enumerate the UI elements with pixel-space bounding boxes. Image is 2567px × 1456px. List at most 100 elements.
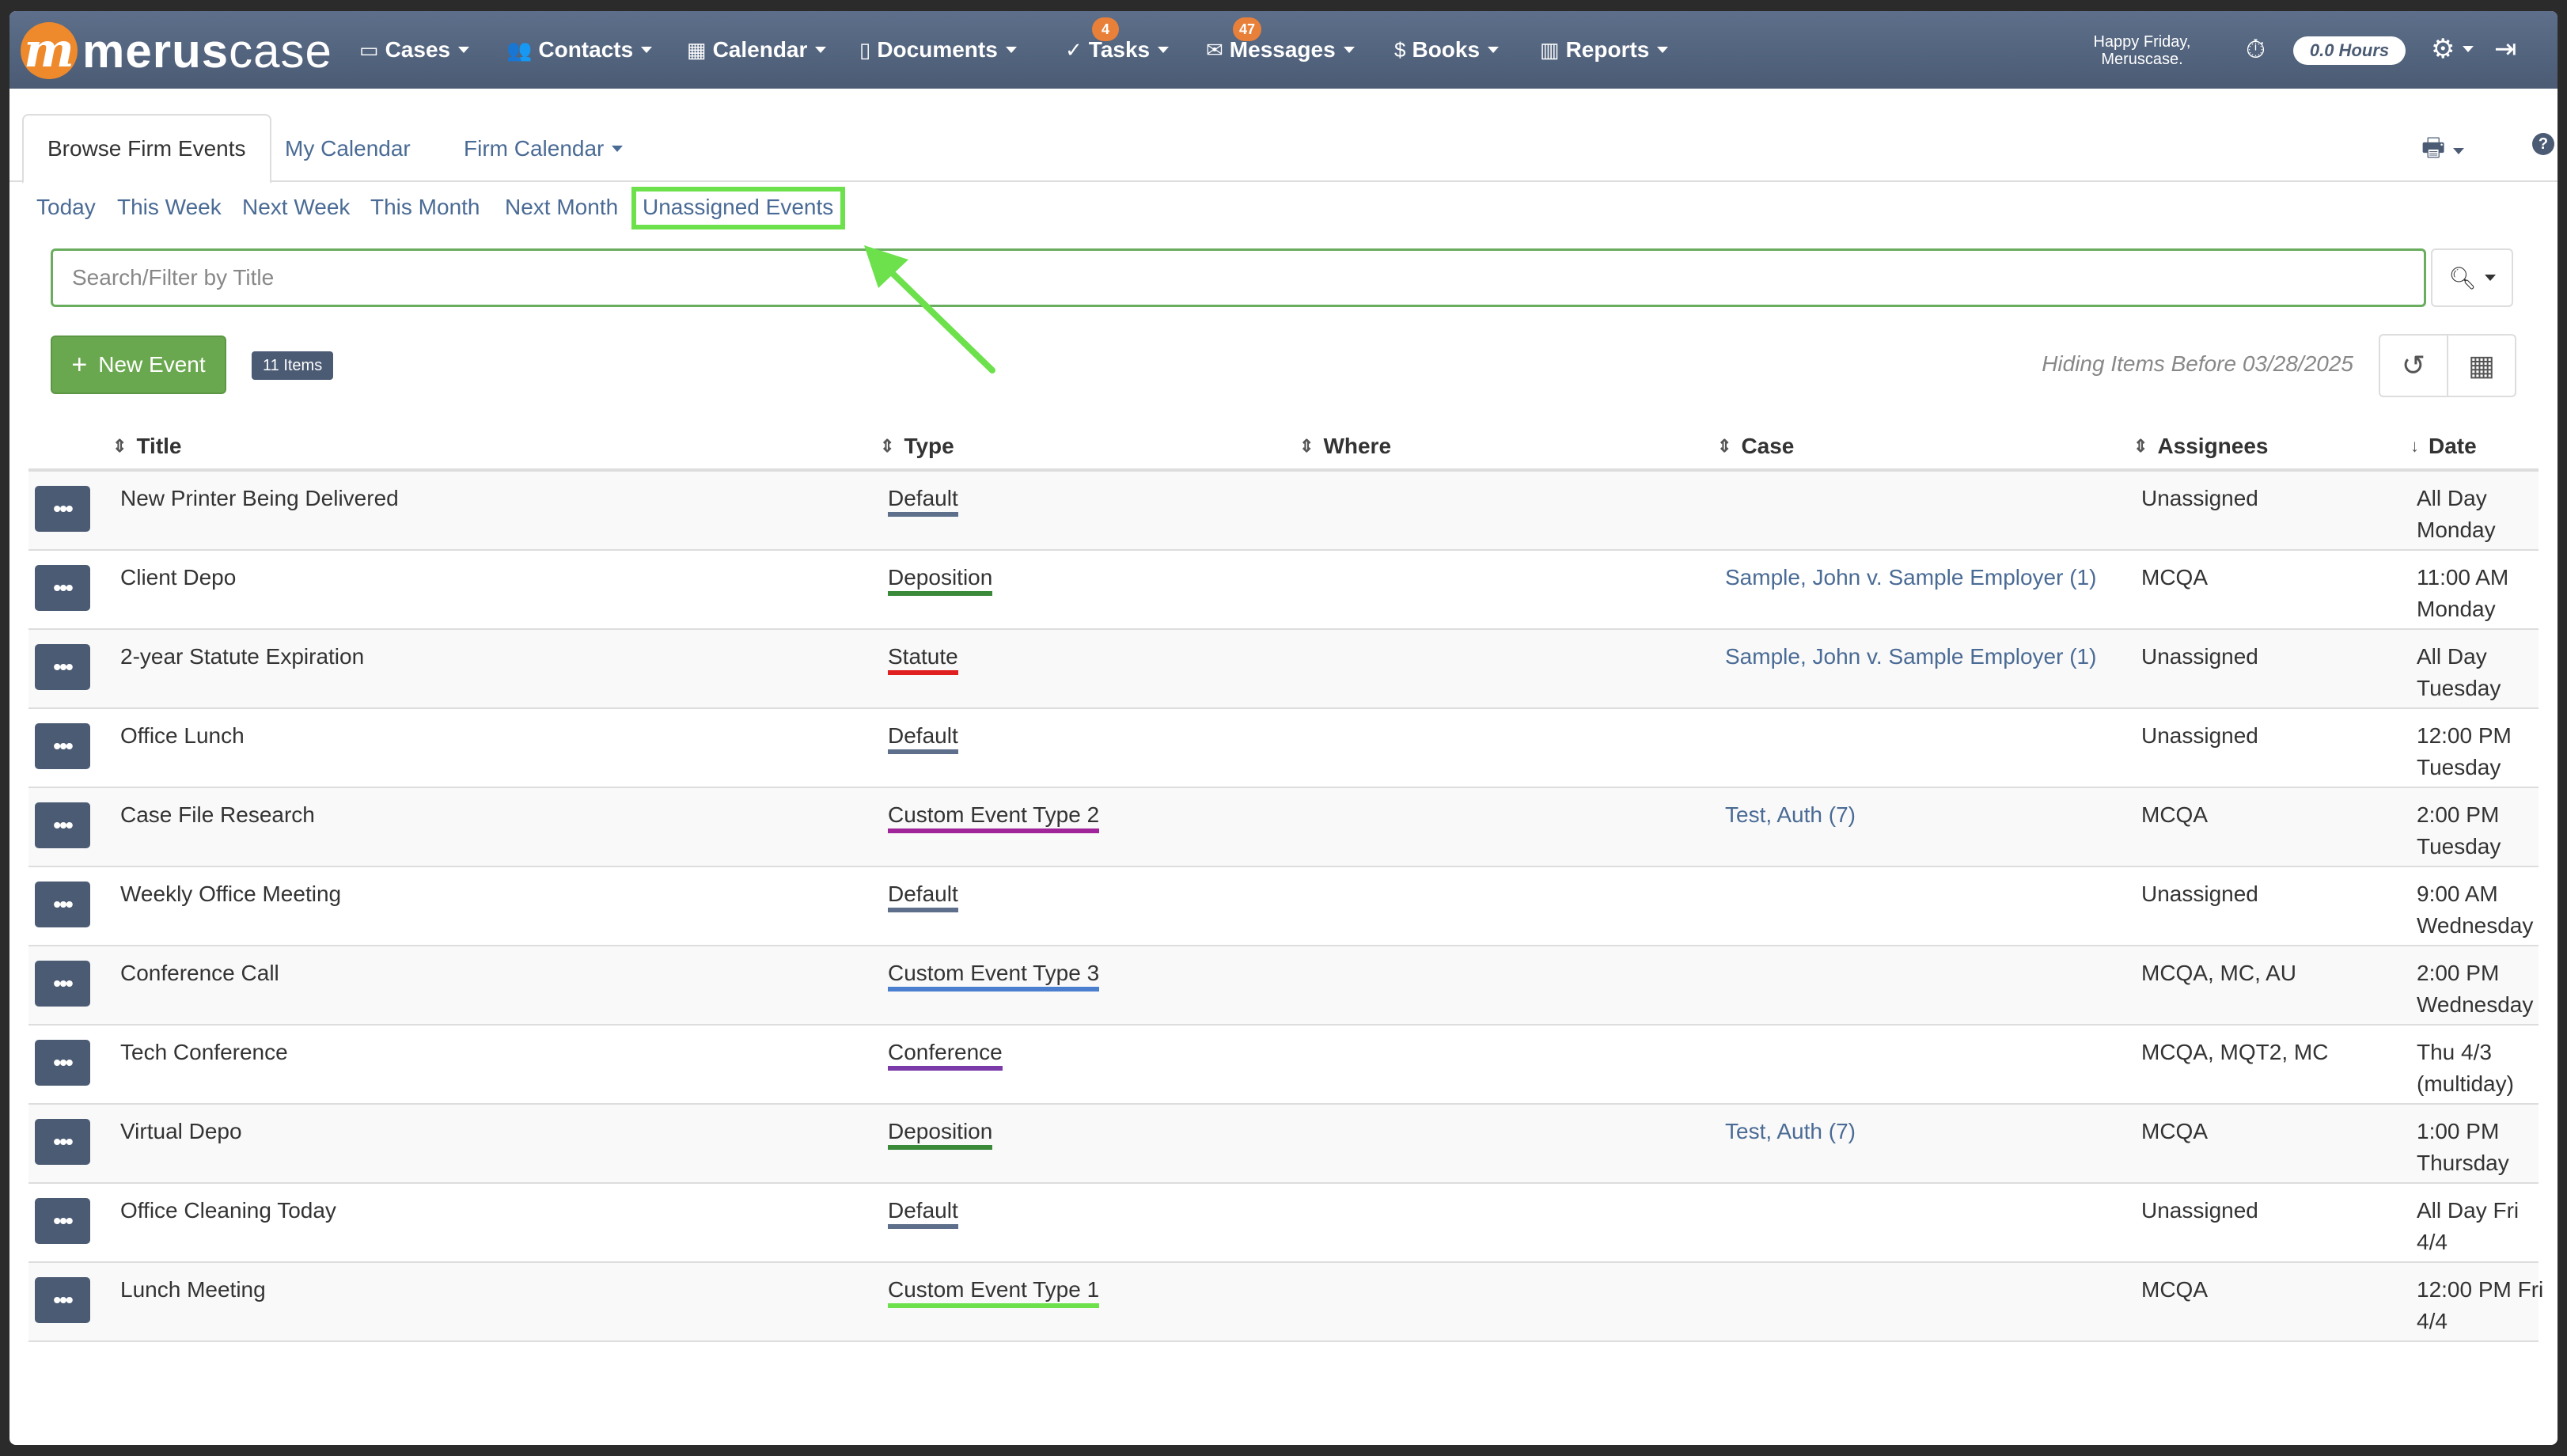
event-assignees: Unassigned	[2141, 723, 2258, 748]
row-actions-button[interactable]: •••	[35, 802, 90, 848]
filter-this-week[interactable]: This Week	[117, 195, 222, 220]
event-date: 12:00 PM Fri 4/4	[2417, 1274, 2551, 1337]
event-date: All Day Tuesday	[2417, 641, 2551, 704]
event-date: All Day Fri 4/4	[2417, 1195, 2551, 1258]
event-case-link[interactable]: Sample, John v. Sample Employer (1)	[1725, 641, 2096, 673]
tab-bar: Browse Firm Events My Calendar Firm Cale…	[9, 106, 2558, 184]
row-actions-button[interactable]: •••	[35, 1040, 90, 1086]
event-type-label: Conference	[888, 1040, 1003, 1071]
event-date-line-2: Wednesday	[2417, 992, 2534, 1017]
column-type[interactable]: ⇕ Type	[880, 434, 954, 459]
nav-cases-label: Cases	[385, 37, 451, 62]
column-title[interactable]: ⇕ Title	[112, 434, 182, 459]
help-icon[interactable]: ?	[2532, 133, 2554, 155]
row-actions-button[interactable]: •••	[35, 1277, 90, 1323]
plus-icon: +	[71, 349, 88, 380]
table-row[interactable]: ••• New Printer Being Delivered Default …	[28, 472, 2539, 551]
ellipsis-icon: •••	[53, 1129, 73, 1154]
filter-next-week[interactable]: Next Week	[242, 195, 350, 220]
tab-my-calendar[interactable]: My Calendar	[261, 114, 434, 184]
event-title: Case File Research	[120, 802, 315, 827]
nav-calendar[interactable]: ▦ Calendar	[687, 11, 827, 89]
table-row[interactable]: ••• Case File Research Custom Event Type…	[28, 788, 2539, 867]
meruscase-logo[interactable]: m meruscase	[21, 22, 332, 79]
event-case-link[interactable]: Test, Auth (7)	[1725, 1116, 1856, 1147]
event-date-line-2: 4/4	[2417, 1309, 2448, 1333]
event-type-label: Deposition	[888, 565, 993, 596]
hours-badge[interactable]: 0.0 Hours	[2293, 36, 2406, 65]
row-actions-button[interactable]: •••	[35, 1198, 90, 1244]
event-title: 2-year Statute Expiration	[120, 644, 365, 669]
column-where[interactable]: ⇕ Where	[1299, 434, 1391, 459]
table-row[interactable]: ••• Office Lunch Default Unassigned 12:0…	[28, 709, 2539, 788]
dollar-icon: $	[1394, 37, 1406, 62]
new-event-button[interactable]: + New Event	[51, 336, 226, 394]
nav-messages[interactable]: ✉ Messages	[1206, 11, 1355, 89]
event-type-label: Custom Event Type 1	[888, 1277, 1100, 1308]
table-row[interactable]: ••• Client Depo Deposition Sample, John …	[28, 551, 2539, 630]
table-body: ••• New Printer Being Delivered Default …	[28, 472, 2543, 1342]
event-case-link[interactable]: Sample, John v. Sample Employer (1)	[1725, 562, 2096, 593]
table-row[interactable]: ••• Conference Call Custom Event Type 3 …	[28, 946, 2539, 1026]
table-row[interactable]: ••• Lunch Meeting Custom Event Type 1 MC…	[28, 1263, 2543, 1342]
history-button[interactable]: ↺	[2379, 334, 2448, 397]
event-date: All Day Monday	[2417, 483, 2551, 546]
event-assignees: MCQA, MC, AU	[2141, 961, 2297, 985]
event-type-label: Default	[888, 486, 958, 517]
column-date[interactable]: ↓ Date	[2410, 434, 2477, 459]
row-actions-button[interactable]: •••	[35, 882, 90, 927]
column-assignees[interactable]: ⇕ Assignees	[2133, 434, 2269, 459]
ellipsis-icon: •••	[53, 971, 73, 995]
event-assignees: MCQA	[2141, 1277, 2208, 1302]
row-actions-button[interactable]: •••	[35, 723, 90, 769]
nav-books[interactable]: $ Books	[1394, 11, 1500, 89]
table-row[interactable]: ••• Tech Conference Conference MCQA, MQT…	[28, 1026, 2539, 1105]
sort-desc-icon: ↓	[2410, 436, 2419, 456]
event-type: Custom Event Type 3	[888, 957, 1100, 992]
sort-icon: ⇕	[1717, 436, 1732, 456]
table-row[interactable]: ••• Office Cleaning Today Default Unassi…	[28, 1184, 2539, 1263]
tab-browse-firm-events[interactable]: Browse Firm Events	[22, 114, 271, 184]
nav-cases[interactable]: ▭ Cases	[359, 11, 470, 89]
nav-reports[interactable]: ▥ Reports	[1540, 11, 1669, 89]
column-type-label: Type	[904, 434, 954, 458]
filter-this-month[interactable]: This Month	[370, 195, 480, 220]
search-button[interactable]: 🔍︎	[2431, 248, 2513, 307]
calendar-view-button[interactable]: ▦	[2447, 334, 2516, 397]
nav-contacts-label: Contacts	[538, 37, 634, 62]
row-actions-button[interactable]: •••	[35, 644, 90, 690]
sign-out-icon[interactable]: ⇥	[2494, 33, 2517, 65]
check-circle-icon: ✓	[1065, 37, 1083, 62]
stopwatch-icon[interactable]: ⏱	[2246, 35, 2266, 65]
print-menu[interactable]: 🖶	[2421, 130, 2465, 173]
search-input[interactable]	[51, 248, 2426, 307]
chevron-down-icon	[2453, 148, 2465, 154]
chevron-down-icon	[458, 47, 470, 53]
row-actions-button[interactable]: •••	[35, 1119, 90, 1165]
row-actions-button[interactable]: •••	[35, 486, 90, 532]
messages-badge: 47	[1233, 17, 1262, 41]
table-header: ⇕ Title ⇕ Type ⇕ Where ⇕ Case ⇕ Assignees ↓ Da…	[28, 423, 2539, 472]
table-row[interactable]: ••• Virtual Depo Deposition Test, Auth (…	[28, 1105, 2539, 1184]
chevron-down-icon	[1488, 47, 1500, 53]
row-actions-button[interactable]: •••	[35, 961, 90, 1007]
settings-menu[interactable]: ⚙	[2431, 33, 2474, 65]
event-assignees: Unassigned	[2141, 882, 2258, 906]
table-row[interactable]: ••• Weekly Office Meeting Default Unassi…	[28, 867, 2539, 946]
ellipsis-icon: •••	[53, 1050, 73, 1075]
table-row[interactable]: ••• 2-year Statute Expiration Statute Sa…	[28, 630, 2539, 709]
filter-next-month[interactable]: Next Month	[505, 195, 618, 220]
column-case[interactable]: ⇕ Case	[1717, 434, 1794, 459]
nav-contacts[interactable]: 👥 Contacts	[506, 11, 653, 89]
event-date: 1:00 PM Thursday	[2417, 1116, 2551, 1179]
row-actions-button[interactable]: •••	[35, 565, 90, 611]
filter-today[interactable]: Today	[36, 195, 96, 220]
event-case-link[interactable]: Test, Auth (7)	[1725, 799, 1856, 831]
nav-documents[interactable]: ▯ Documents	[859, 11, 1017, 89]
event-type: Default	[888, 720, 958, 754]
tab-firm-calendar[interactable]: Firm Calendar	[440, 114, 646, 184]
history-icon: ↺	[2401, 349, 2426, 381]
items-count-badge: 11 Items	[252, 351, 334, 380]
event-date-line-1: 11:00 AM	[2417, 565, 2509, 590]
chevron-down-icon	[2484, 275, 2496, 281]
